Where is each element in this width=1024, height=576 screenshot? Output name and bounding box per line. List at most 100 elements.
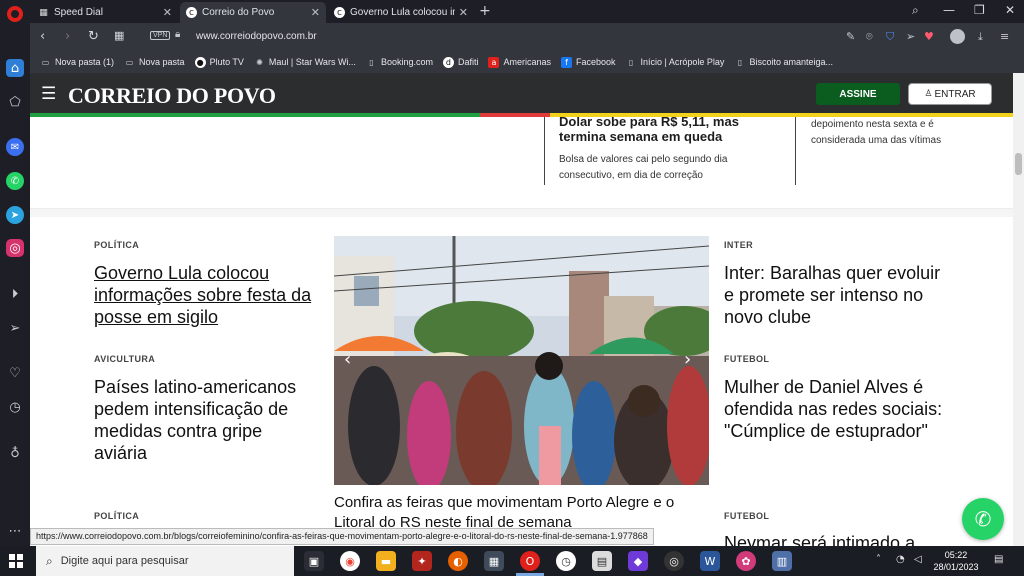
bookmark-nova-pasta-1[interactable]: ▭ Nova pasta (1)	[40, 57, 114, 68]
forward-icon[interactable]: ›	[65, 29, 70, 44]
app-icon-dark[interactable]: ◎	[664, 551, 684, 571]
task-view-icon[interactable]: ▣	[304, 551, 324, 571]
back-icon[interactable]: ‹	[40, 29, 45, 44]
taskbar-search[interactable]: ⌕ Digite aqui para pesquisar	[36, 546, 294, 576]
network-icon[interactable]: ◔	[896, 554, 905, 565]
whatsapp-float-icon[interactable]: ✆	[962, 498, 1004, 540]
more-icon[interactable]: ⋯	[6, 522, 24, 540]
player-icon[interactable]: ⏵	[6, 285, 24, 303]
send-icon[interactable]: ➢	[906, 30, 915, 43]
telegram-icon[interactable]: ➤	[6, 206, 24, 224]
article-category[interactable]: INTER	[724, 240, 753, 250]
tab-governo-lula[interactable]: c Governo Lula colocou inform ✕	[328, 2, 474, 23]
americanas-icon: a	[488, 56, 500, 68]
taskbar-clock[interactable]: 05:22 28/01/2023	[930, 549, 982, 573]
bookmark-acropole-play[interactable]: ▯ Início | Acrópole Play	[626, 57, 725, 68]
article-category[interactable]: POLÍTICA	[94, 240, 139, 250]
login-button[interactable]: ♙ ENTRAR	[908, 83, 992, 105]
instagram-icon[interactable]: ◎	[6, 239, 24, 257]
new-tab-icon[interactable]: +	[479, 3, 491, 19]
notifications-icon[interactable]: ▤	[994, 554, 1003, 565]
whatsapp-icon[interactable]: ✆	[6, 172, 24, 190]
article-headline-neymar[interactable]: Neymar será intimado a	[724, 532, 959, 546]
speed-dial-icon[interactable]: ⬠	[6, 93, 24, 111]
file-explorer-icon[interactable]: ▬	[376, 551, 396, 571]
tab-correio-do-povo[interactable]: c Correio do Povo ✕	[180, 2, 326, 23]
article-category[interactable]: POLÍTICA	[94, 511, 139, 521]
article-headline-governo-lula[interactable]: Governo Lula colocou informações sobre f…	[94, 262, 329, 328]
opera-logo-icon[interactable]	[7, 6, 23, 22]
bookmark-americanas[interactable]: a Americanas	[488, 56, 551, 68]
bookmark-facebook[interactable]: f Facebook	[561, 56, 616, 68]
lock-icon[interactable]: 🔒︎	[175, 29, 180, 40]
firefox-icon[interactable]: ◐	[448, 551, 468, 571]
article-category[interactable]: FUTEBOL	[724, 511, 769, 521]
reload-icon[interactable]: ↻	[88, 29, 99, 44]
app-icon-grey[interactable]: ▤	[592, 551, 612, 571]
tray-chevron-icon[interactable]: ˄	[876, 554, 881, 565]
volume-icon[interactable]: ◁	[914, 554, 922, 565]
windows-start-icon[interactable]	[9, 554, 23, 568]
article-headline-inter[interactable]: Inter: Baralhas quer evoluir e promete s…	[724, 262, 954, 328]
tab-label: Correio do Povo	[202, 7, 275, 18]
edit-icon[interactable]: ✎	[846, 30, 855, 43]
feature-photo[interactable]	[334, 236, 709, 485]
bookmark-pluto-tv[interactable]: ● Pluto TV	[194, 56, 244, 68]
feature-caption[interactable]: Confira as feiras que movimentam Porto A…	[334, 493, 714, 533]
camera-icon[interactable]: ⌾	[866, 30, 873, 44]
bookmark-label: Biscoito amanteiga...	[749, 57, 833, 67]
app-icon-blue[interactable]: ▥	[772, 551, 792, 571]
url-field[interactable]: www.correiodopovo.com.br	[196, 31, 317, 42]
restore-icon[interactable]: ❐	[974, 3, 985, 17]
hamburger-menu-icon[interactable]: ☰	[41, 84, 56, 104]
bookmark-label: Nova pasta (1)	[55, 57, 115, 67]
send-icon[interactable]: ➢	[6, 319, 24, 337]
article-category[interactable]: AVICULTURA	[94, 354, 155, 364]
address-bar: ‹ › ↻ ▦ VPN 🔒︎ www.correiodopovo.com.br …	[30, 23, 1024, 51]
clock-app-icon[interactable]: ◷	[556, 551, 576, 571]
app-icon-purple[interactable]: ◆	[628, 551, 648, 571]
home-icon[interactable]: ⌂	[6, 59, 24, 77]
bookmark-nova-pasta[interactable]: ▭ Nova pasta	[124, 57, 185, 68]
vpn-badge[interactable]: VPN	[150, 31, 171, 40]
article-category[interactable]: FUTEBOL	[724, 354, 769, 364]
chrome-icon[interactable]: ◉	[340, 551, 360, 571]
close-window-icon[interactable]: ✕	[1005, 3, 1015, 17]
history-icon[interactable]: ◷	[6, 398, 24, 416]
app-icon-colorful[interactable]: ✿	[736, 551, 756, 571]
page-icon: ▯	[737, 57, 743, 67]
calculator-icon[interactable]: ▦	[484, 551, 504, 571]
messenger-icon[interactable]: ✉	[6, 138, 24, 156]
tabs-grid-icon[interactable]: ▦	[114, 29, 124, 42]
carousel-next-icon[interactable]: ›	[684, 349, 691, 370]
heart-icon[interactable]: ♥	[924, 30, 934, 43]
shield-icon[interactable]: ⛉	[886, 30, 894, 44]
article-headline-daniel-alves[interactable]: Mulher de Daniel Alves é ofendida nas re…	[724, 376, 959, 442]
scrollbar-thumb[interactable]	[1015, 153, 1022, 175]
heart-icon[interactable]: ♡	[6, 364, 24, 382]
close-icon[interactable]: ✕	[459, 6, 468, 19]
bookmark-dafiti[interactable]: d Dafiti	[442, 56, 478, 68]
lightbulb-icon[interactable]: ♁	[6, 444, 24, 462]
bookmark-booking[interactable]: ▯ Booking.com	[366, 57, 433, 68]
site-logo[interactable]: CORREIO DO POVO	[68, 83, 276, 109]
close-icon[interactable]: ✕	[311, 6, 320, 19]
subscribe-button[interactable]: ASSINE	[816, 83, 900, 105]
article-headline-gripe-aviaria[interactable]: Países latino-americanos pedem intensifi…	[94, 376, 309, 464]
avatar[interactable]	[950, 29, 965, 44]
minimize-icon[interactable]: —	[943, 3, 955, 17]
page-scrollbar[interactable]	[1013, 73, 1024, 546]
app-icon-red[interactable]: ✦	[412, 551, 432, 571]
tab-speed-dial[interactable]: ▦ Speed Dial ✕	[32, 2, 178, 23]
download-icon[interactable]: ⤓	[978, 30, 983, 44]
search-tabs-icon[interactable]: ⌕	[912, 3, 919, 18]
menu-icon[interactable]: ≡	[1000, 30, 1009, 43]
bookmark-maul-star-wars[interactable]: ✺ Maul | Star Wars Wi...	[254, 57, 356, 68]
carousel-prev-icon[interactable]: ‹	[344, 349, 351, 370]
close-icon[interactable]: ✕	[163, 6, 172, 19]
correio-favicon: c	[334, 7, 345, 18]
word-icon[interactable]: W	[700, 551, 720, 571]
bookmark-biscoito[interactable]: ▯ Biscoito amanteiga...	[734, 57, 833, 68]
opera-taskbar-icon[interactable]: O	[520, 551, 540, 571]
top-story-title[interactable]: Dolar sobe para R$ 5,11, mas termina sem…	[559, 117, 759, 144]
